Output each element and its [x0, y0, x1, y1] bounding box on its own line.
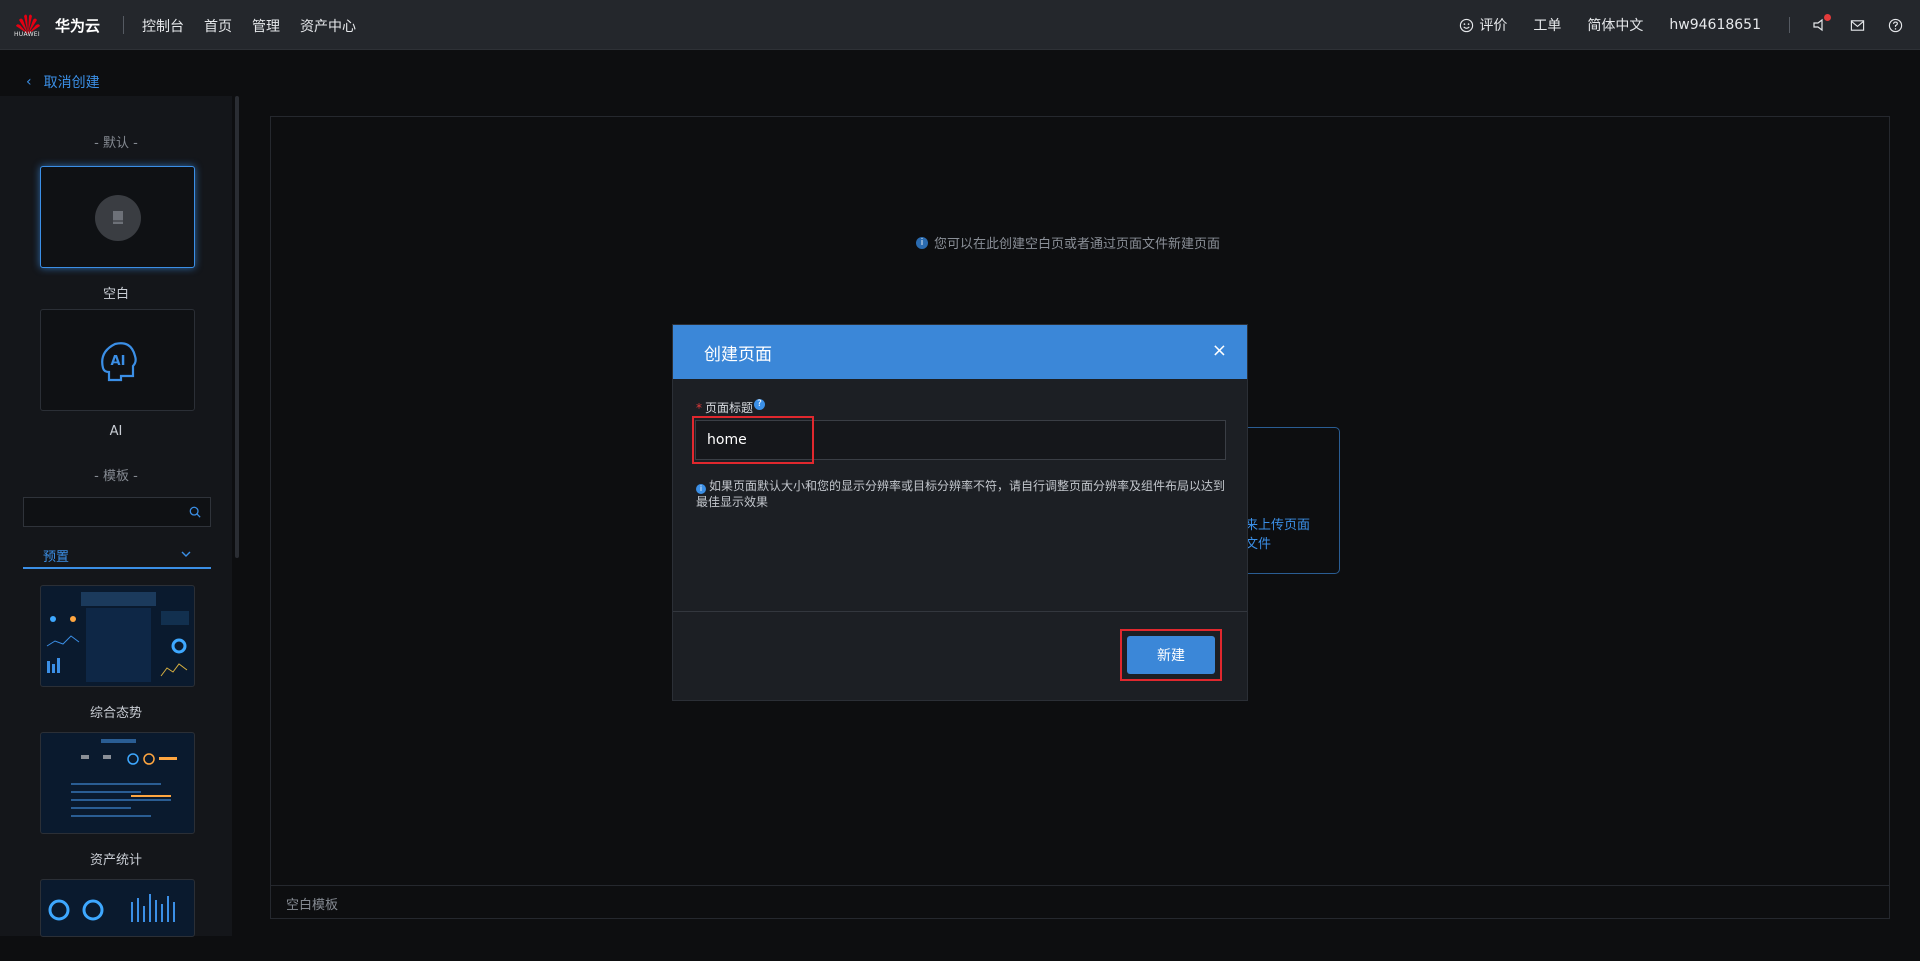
sidebar-scrollbar[interactable]	[235, 96, 239, 558]
ai-head-icon: AI	[101, 342, 137, 382]
cancel-create-link[interactable]: ‹ 取消创建	[26, 72, 100, 92]
dashboard-thumbnail-icon	[46, 592, 189, 682]
template-label-asset-stats: 资产统计	[89, 853, 142, 868]
dialog-header: 创建页面 ×	[673, 325, 1247, 379]
tab-preset-label: 预置	[43, 550, 70, 565]
blank-page-icon	[95, 195, 141, 241]
ticket-label: 工单	[1533, 18, 1562, 34]
dialog-footer-divider	[673, 611, 1247, 612]
mail-icon[interactable]	[1848, 16, 1866, 34]
resolution-note: i 如果页面默认大小和您的显示分辨率或目标分辨率不符，请自行调整页面分辨率及组件布…	[696, 478, 1226, 510]
template-category-dropdown[interactable]: 预置	[23, 540, 211, 569]
notification-icon[interactable]	[1810, 14, 1831, 34]
ticket-link[interactable]: 工单	[1533, 15, 1561, 35]
upload-card-text: 来上传页面 文件	[1245, 516, 1310, 554]
user-nav: 评价 工单 简体中文 hw94618651	[1459, 0, 1920, 50]
create-hint: i 您可以在此创建空白页或者通过页面文件新建页面	[916, 233, 1220, 252]
template-name-footer: 空白模板	[271, 885, 1890, 918]
nav-home[interactable]: 首页	[204, 16, 232, 36]
upload-text-line1: 来上传页面	[1245, 518, 1311, 533]
logo-text: HUAWEI	[14, 31, 40, 38]
create-button[interactable]: 新建	[1127, 636, 1215, 674]
feedback-link[interactable]: 评价	[1459, 15, 1507, 35]
top-navigation-bar: HUAWEI 华为云 控制台 首页 管理 资产中心 评价 工单 简体中文 hw9…	[0, 0, 1920, 50]
blank-template-card[interactable]	[40, 166, 195, 268]
ai-icon-text: AI	[111, 354, 126, 369]
page-title-input[interactable]	[695, 420, 1226, 460]
chevron-down-icon	[181, 551, 191, 557]
template-name-label: 空白模板	[286, 898, 339, 913]
ai-template-card[interactable]: AI	[40, 309, 195, 411]
cancel-create-label: 取消创建	[43, 75, 100, 91]
resolution-note-text: 如果页面默认大小和您的显示分辨率或目标分辨率不符，请自行调整页面分辨率及组件布局…	[696, 479, 1226, 509]
dashboard-thumbnail-icon	[48, 894, 175, 922]
notification-badge	[1824, 14, 1831, 21]
template-thumb-overview[interactable]	[40, 585, 195, 687]
username: hw94618651	[1669, 17, 1761, 33]
template-search-input[interactable]	[24, 498, 184, 526]
search-icon[interactable]	[189, 506, 201, 518]
divider	[123, 16, 124, 34]
upload-text-line2: 文件	[1245, 537, 1272, 552]
page-title-label-text: 页面标题	[705, 401, 754, 415]
feedback-label: 评价	[1479, 18, 1508, 34]
required-marker: *	[696, 401, 702, 415]
template-thumb-third[interactable]	[40, 879, 195, 937]
info-icon: i	[916, 236, 928, 249]
default-section-label: - 默认 -	[94, 136, 138, 151]
help-icon[interactable]	[1886, 16, 1904, 34]
template-search-box[interactable]	[23, 497, 211, 527]
page-title-label: * 页面标题?	[696, 399, 766, 416]
template-thumb-asset-stats[interactable]	[40, 732, 195, 834]
ai-template-label: AI	[109, 424, 123, 439]
dashboard-thumbnail-icon	[71, 739, 177, 817]
language-switch[interactable]: 简体中文	[1587, 15, 1643, 35]
chevron-left-icon: ‹	[26, 74, 32, 90]
divider	[1789, 17, 1790, 33]
close-icon[interactable]: ×	[1212, 342, 1227, 360]
help-question-icon[interactable]: ?	[754, 399, 766, 410]
brand-name[interactable]: 华为云	[55, 15, 100, 36]
main-nav: 控制台 首页 管理 资产中心	[142, 16, 356, 36]
create-hint-text: 您可以在此创建空白页或者通过页面文件新建页面	[934, 237, 1221, 252]
templates-section-label: - 模板 -	[94, 469, 138, 484]
nav-asset-center[interactable]: 资产中心	[300, 16, 356, 36]
nav-console[interactable]: 控制台	[142, 16, 184, 36]
info-icon: i	[696, 484, 706, 494]
dialog-title: 创建页面	[704, 344, 772, 365]
language-label: 简体中文	[1587, 18, 1644, 34]
user-menu[interactable]: hw94618651	[1669, 17, 1761, 33]
template-label-overview: 综合态势	[89, 706, 142, 721]
create-page-dialog: 创建页面 × *页面标题? i如果页面默认大小和您的显示分辨率或目标分辨率不符，…	[672, 324, 1248, 701]
nav-manage[interactable]: 管理	[252, 16, 280, 36]
smiley-icon	[1460, 18, 1474, 32]
blank-template-label: 空白	[102, 287, 129, 302]
